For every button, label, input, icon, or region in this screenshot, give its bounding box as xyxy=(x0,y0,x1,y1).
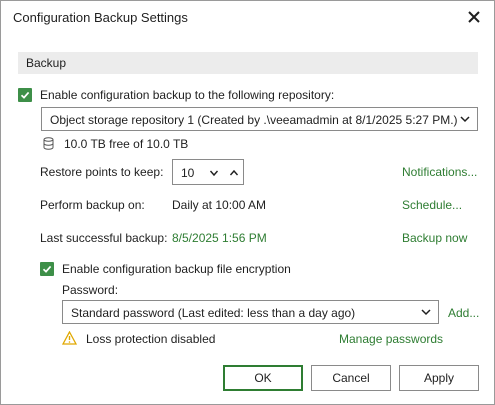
checkmark-icon xyxy=(42,265,52,273)
chevron-down-icon xyxy=(421,309,431,316)
close-button[interactable] xyxy=(464,7,484,27)
section-title: Backup xyxy=(26,56,67,70)
perform-backup-label: Perform backup on: xyxy=(40,198,145,212)
restore-points-value: 10 xyxy=(181,166,195,180)
repository-select[interactable]: Object storage repository 1 (Created by … xyxy=(41,107,478,131)
password-select[interactable]: Standard password (Last edited: less tha… xyxy=(62,300,439,324)
encryption-checkbox[interactable] xyxy=(40,262,54,276)
loss-protection-text: Loss protection disabled xyxy=(86,332,216,346)
chevron-down-icon xyxy=(460,116,470,123)
title-bar: Configuration Backup Settings xyxy=(1,1,494,35)
config-backup-dialog: Configuration Backup Settings Backup Ena… xyxy=(0,0,495,405)
ok-button[interactable]: OK xyxy=(223,365,303,391)
password-selected-value: Standard password (Last edited: less tha… xyxy=(71,306,356,320)
perform-backup-value: Daily at 10:00 AM xyxy=(172,198,267,212)
last-backup-label: Last successful backup: xyxy=(40,231,168,245)
apply-button[interactable]: Apply xyxy=(399,365,479,391)
encryption-label: Enable configuration backup file encrypt… xyxy=(62,262,291,276)
database-icon xyxy=(43,137,54,150)
add-password-link[interactable]: Add... xyxy=(448,306,479,320)
manage-passwords-link[interactable]: Manage passwords xyxy=(339,332,443,346)
decrement-icon[interactable] xyxy=(209,168,219,178)
cancel-button[interactable]: Cancel xyxy=(311,365,391,391)
warning-icon xyxy=(62,331,77,345)
schedule-link[interactable]: Schedule... xyxy=(402,198,462,212)
dialog-title: Configuration Backup Settings xyxy=(13,10,188,25)
backup-now-link[interactable]: Backup now xyxy=(402,231,467,245)
backup-section-header: Backup xyxy=(18,52,478,74)
repository-capacity: 10.0 TB free of 10.0 TB xyxy=(64,137,189,151)
restore-points-stepper[interactable]: 10 xyxy=(172,159,244,185)
enable-backup-label: Enable configuration backup to the follo… xyxy=(40,88,335,102)
repository-selected-value: Object storage repository 1 (Created by … xyxy=(50,113,458,127)
checkmark-icon xyxy=(20,91,30,99)
restore-points-label: Restore points to keep: xyxy=(40,165,164,179)
last-backup-value: 8/5/2025 1:56 PM xyxy=(172,231,267,245)
password-label: Password: xyxy=(62,283,119,297)
notifications-link[interactable]: Notifications... xyxy=(402,165,477,179)
close-icon xyxy=(468,11,480,23)
enable-backup-checkbox[interactable] xyxy=(18,88,32,102)
increment-icon[interactable] xyxy=(229,168,239,178)
